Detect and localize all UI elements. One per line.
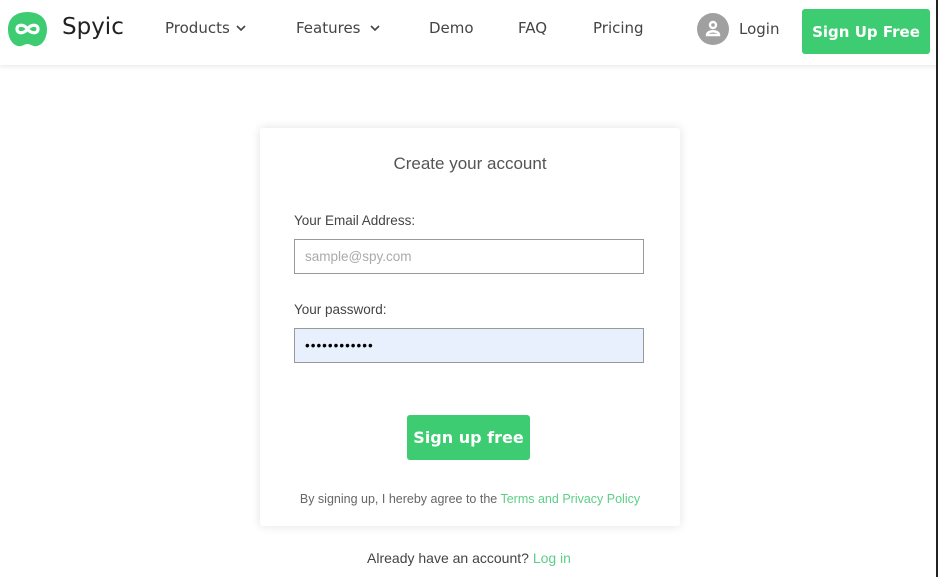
nav-products[interactable]: Products <box>165 19 246 37</box>
spyic-logo-icon[interactable] <box>7 11 48 48</box>
terms-text: By signing up, I hereby agree to the Ter… <box>260 492 680 506</box>
terms-privacy-link[interactable]: Terms and Privacy Policy <box>500 492 640 506</box>
nav-pricing[interactable]: Pricing <box>593 19 644 37</box>
nav-products-label: Products <box>165 19 230 37</box>
nav-demo[interactable]: Demo <box>429 19 474 37</box>
nav-faq[interactable]: FAQ <box>518 19 547 37</box>
log-in-link[interactable]: Log in <box>533 550 571 566</box>
terms-prefix: By signing up, I hereby agree to the <box>299 492 501 506</box>
already-text: Already have an account? <box>367 550 533 566</box>
chevron-down-icon <box>369 25 380 32</box>
top-navbar: Spyic Products Features Demo FAQ Pricing… <box>0 0 938 65</box>
password-field[interactable] <box>294 328 644 363</box>
login-link[interactable]: Login <box>697 13 779 45</box>
nav-features[interactable]: Features <box>296 19 380 37</box>
signup-card: Create your account Your Email Address: … <box>260 128 680 526</box>
email-field[interactable] <box>294 239 644 274</box>
email-label: Your Email Address: <box>294 213 416 228</box>
nav-features-label: Features <box>296 19 361 37</box>
brand-name[interactable]: Spyic <box>62 14 124 40</box>
user-icon <box>697 13 729 45</box>
sign-up-submit-button[interactable]: Sign up free <box>407 415 530 460</box>
already-have-account: Already have an account? Log in <box>0 550 938 566</box>
login-label: Login <box>739 20 780 38</box>
chevron-down-icon <box>236 25 246 32</box>
card-title: Create your account <box>393 154 547 173</box>
sign-up-free-button[interactable]: Sign Up Free <box>802 9 930 54</box>
password-label: Your password: <box>294 302 387 317</box>
